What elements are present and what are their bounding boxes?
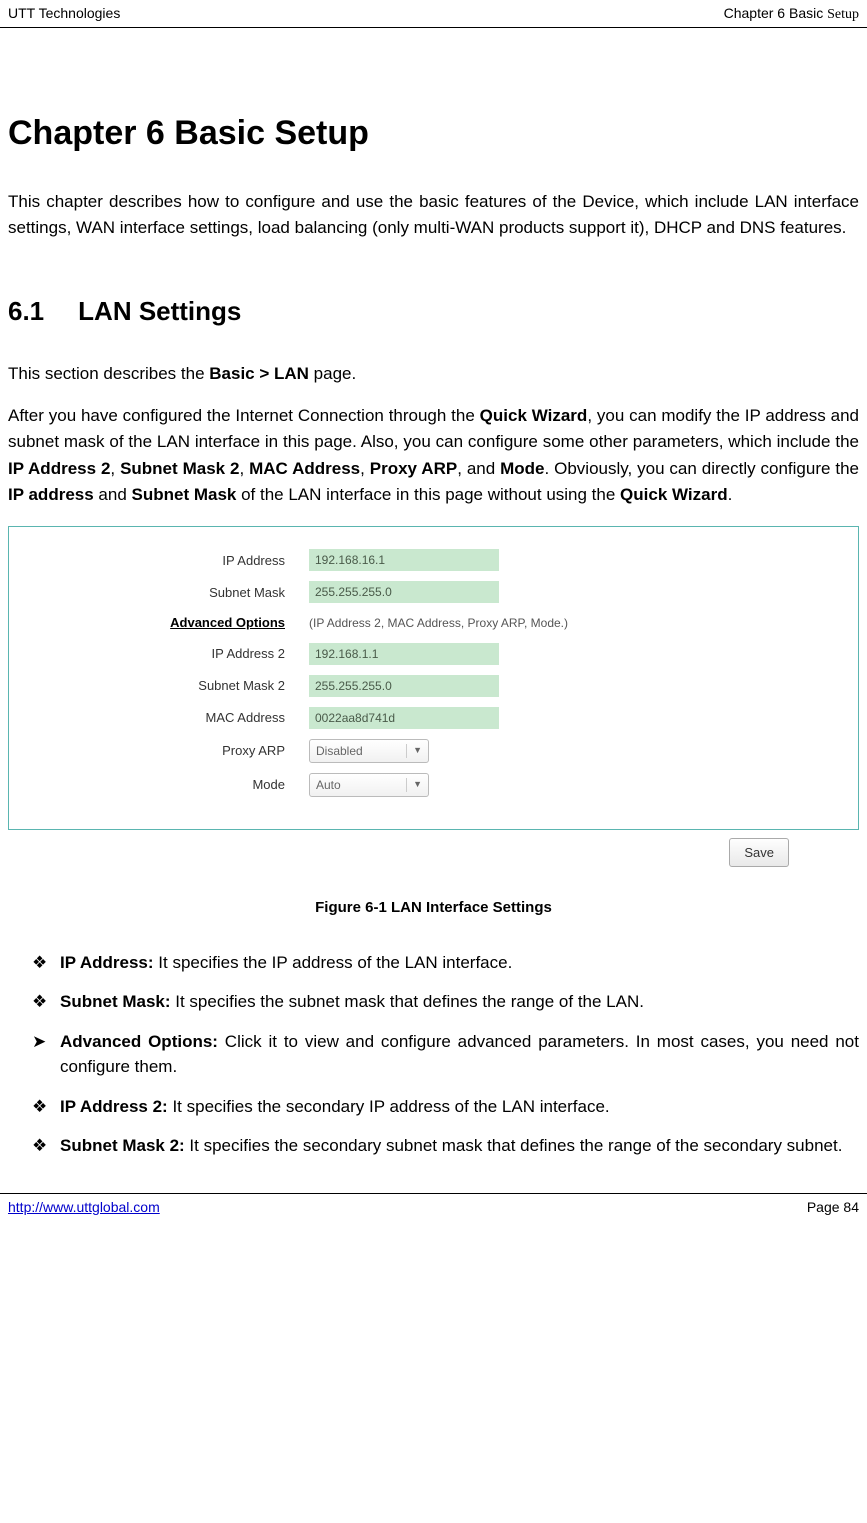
- list-item: ❖ IP Address 2: It specifies the seconda…: [32, 1094, 859, 1120]
- list-item: ❖ Subnet Mask: It specifies the subnet m…: [32, 989, 859, 1015]
- subnet-mask-input[interactable]: [309, 581, 499, 603]
- ip-address-input[interactable]: [309, 549, 499, 571]
- footer-url[interactable]: http://www.uttglobal.com: [8, 1197, 160, 1218]
- proxy-arp-select[interactable]: Disabled ▼: [309, 739, 429, 763]
- mac-address-label: MAC Address: [149, 708, 309, 728]
- ip-address-2-label: IP Address 2: [149, 644, 309, 664]
- subnet-mask-2-input[interactable]: [309, 675, 499, 697]
- section-intro: This section describes the Basic > LAN p…: [8, 361, 859, 387]
- list-item: ❖ IP Address: It specifies the IP addres…: [32, 950, 859, 976]
- mode-value: Auto: [316, 776, 341, 794]
- chevron-down-icon: ▼: [406, 778, 422, 792]
- section-number: 6.1: [8, 292, 44, 331]
- list-item: ❖ Subnet Mask 2: It specifies the second…: [32, 1133, 859, 1159]
- ip-address-2-input[interactable]: [309, 643, 499, 665]
- ip-address-label: IP Address: [149, 551, 309, 571]
- chapter-title: Chapter 6 Basic Setup: [8, 108, 859, 159]
- section-name: LAN Settings: [78, 296, 241, 326]
- subnet-mask-2-label: Subnet Mask 2: [149, 676, 309, 696]
- figure-caption: Figure 6-1 LAN Interface Settings: [8, 897, 859, 920]
- triangle-icon: ➤: [32, 1029, 46, 1055]
- section-para-2: After you have configured the Internet C…: [8, 403, 859, 508]
- header-chapter: Chapter 6 Basic Setup: [724, 3, 859, 25]
- page-header: UTT Technologies Chapter 6 Basic Setup: [0, 0, 867, 28]
- diamond-icon: ❖: [32, 1133, 47, 1159]
- diamond-icon: ❖: [32, 1094, 47, 1120]
- list-item: ➤ Advanced Options: Click it to view and…: [32, 1029, 859, 1080]
- footer-page-number: Page 84: [807, 1197, 859, 1218]
- chapter-intro: This chapter describes how to configure …: [8, 189, 859, 242]
- mode-select[interactable]: Auto ▼: [309, 773, 429, 797]
- subnet-mask-label: Subnet Mask: [149, 583, 309, 603]
- header-company: UTT Technologies: [8, 3, 120, 25]
- chevron-down-icon: ▼: [406, 744, 422, 758]
- diamond-icon: ❖: [32, 989, 47, 1015]
- mode-label: Mode: [149, 775, 309, 795]
- diamond-icon: ❖: [32, 950, 47, 976]
- page-content: Chapter 6 Basic Setup This chapter descr…: [0, 28, 867, 1159]
- mac-address-input[interactable]: [309, 707, 499, 729]
- save-button[interactable]: Save: [729, 838, 789, 868]
- advanced-options-link[interactable]: Advanced Options: [149, 613, 309, 633]
- page-footer: http://www.uttglobal.com Page 84: [0, 1193, 867, 1221]
- section-heading: 6.1 LAN Settings: [8, 292, 859, 331]
- lan-settings-screenshot: IP Address Subnet Mask Advanced Options …: [8, 526, 859, 830]
- proxy-arp-label: Proxy ARP: [149, 741, 309, 761]
- proxy-arp-value: Disabled: [316, 742, 363, 760]
- definition-list: ❖ IP Address: It specifies the IP addres…: [8, 950, 859, 1159]
- advanced-options-hint: (IP Address 2, MAC Address, Proxy ARP, M…: [309, 614, 568, 632]
